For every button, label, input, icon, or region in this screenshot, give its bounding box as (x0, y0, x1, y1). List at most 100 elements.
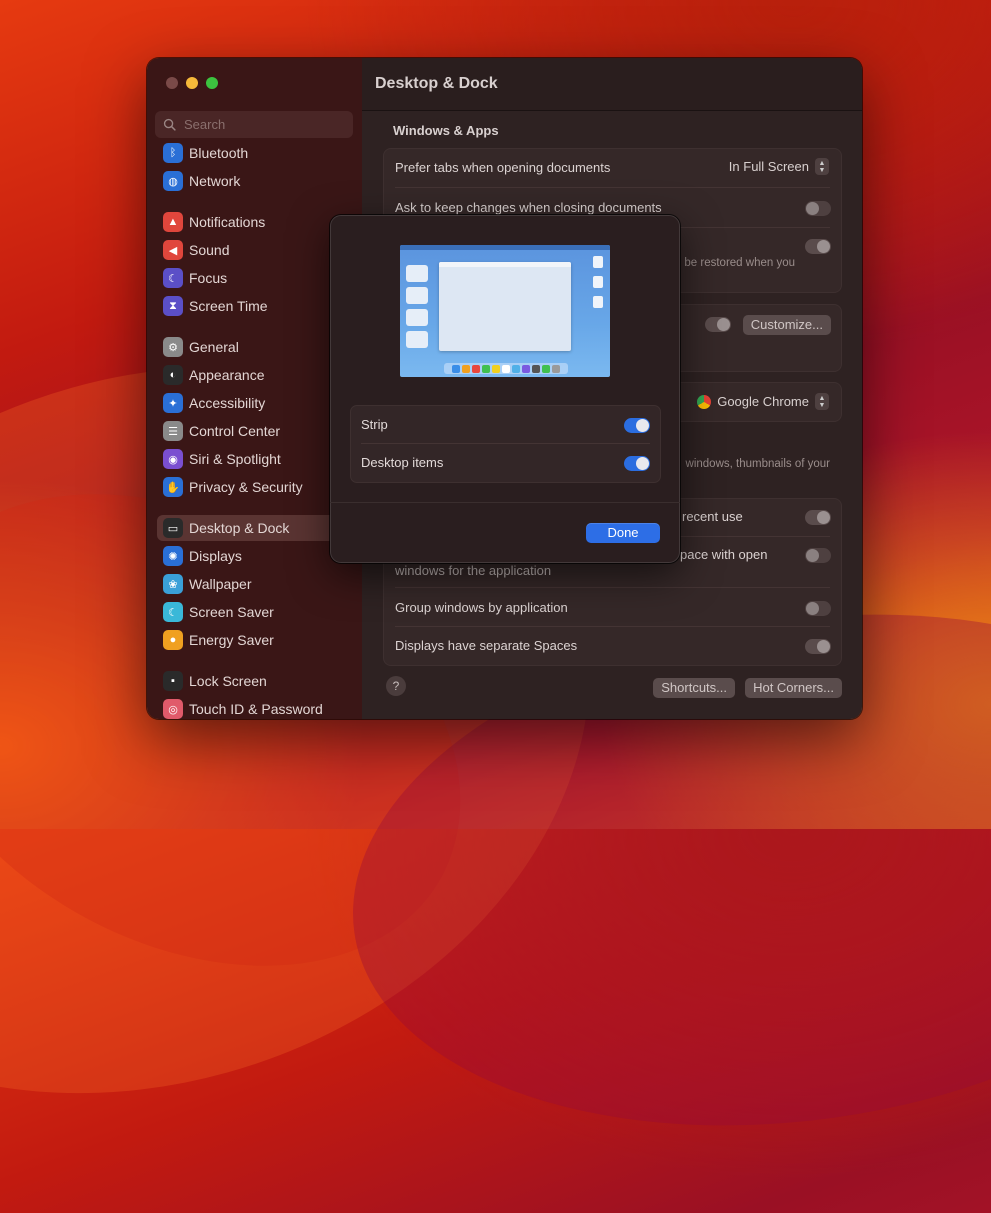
close-window-button[interactable] (166, 77, 178, 89)
strip-toggle[interactable] (624, 418, 650, 433)
lock-icon: ▪ (163, 671, 183, 691)
sidebar-item-label: Control Center (189, 423, 281, 439)
preview-desktop-item (593, 276, 603, 288)
hourglass-icon: ⧗ (163, 296, 183, 316)
sidebar-item-label: Lock Screen (189, 673, 267, 689)
sidebar-item-energy-saver[interactable]: ● Energy Saver (157, 627, 353, 653)
hot-corners-button[interactable]: Hot Corners... (745, 678, 842, 698)
preview-strip-thumbnail (406, 309, 428, 326)
rearrange-spaces-toggle[interactable] (805, 510, 831, 525)
close-windows-toggle[interactable] (805, 239, 831, 254)
prefer-tabs-value: In Full Screen (728, 159, 809, 174)
customize-button[interactable]: Customize... (742, 315, 831, 335)
sidebar-item-sound[interactable]: ◀ Sound (157, 237, 353, 263)
sidebar-item-label: Screen Time (189, 298, 268, 314)
prefer-tabs-popup[interactable]: In Full Screen ▲ ▼ (729, 158, 829, 175)
preview-strip-thumbnail (406, 265, 428, 282)
bulb-icon: ● (163, 630, 183, 650)
sidebar-item-label: General (189, 339, 239, 355)
flower-icon: ❀ (163, 574, 183, 594)
sidebar-item-label: Screen Saver (189, 604, 274, 620)
stage-manager-sheet: Strip Desktop items Done (330, 215, 680, 563)
separate-spaces-label: Displays have separate Spaces (395, 638, 578, 653)
zoom-window-button[interactable] (206, 77, 218, 89)
divider (361, 443, 650, 444)
sidebar-item-label: Network (189, 173, 241, 189)
preview-strip-thumbnail (406, 331, 428, 348)
preview-strip-thumbnail (406, 287, 428, 304)
sidebar-item-appearance[interactable]: ◐ Appearance (157, 362, 353, 388)
restored-description: be restored when you (684, 257, 795, 269)
fingerprint-icon: ◎ (163, 699, 183, 719)
group-windows-label: Group windows by application (395, 600, 568, 615)
search-field[interactable] (155, 111, 353, 138)
sidebar-item-notifications[interactable]: ▲ Notifications (157, 209, 353, 235)
switch-space-description: windows for the application (395, 563, 552, 578)
sidebar-item-label: Appearance (189, 367, 265, 383)
done-button[interactable]: Done (586, 523, 660, 543)
sidebar-item-label: Touch ID & Password (189, 701, 323, 717)
sidebar-item-label: Focus (189, 270, 228, 286)
sheet-divider (330, 502, 680, 503)
sidebar-item-label: Accessibility (189, 395, 266, 411)
default-browser-popup[interactable]: Google Chrome ▲ ▼ (697, 393, 829, 410)
preview-desktop-item (593, 256, 603, 268)
sidebar-item-focus[interactable]: ☾ Focus (157, 265, 353, 291)
bluetooth-icon: ᛒ (163, 143, 183, 163)
stage-manager-preview (400, 245, 610, 377)
divider (395, 187, 830, 188)
sidebar-item-screen-time[interactable]: ⧗ Screen Time (157, 293, 353, 319)
shortcuts-button[interactable]: Shortcuts... (653, 678, 735, 698)
separate-spaces-toggle[interactable] (805, 639, 831, 654)
sidebar-item-screen-saver[interactable]: ☾ Screen Saver (157, 599, 353, 625)
sidebar-item-label: Notifications (189, 214, 266, 230)
switch-space-toggle[interactable] (805, 548, 831, 563)
hand-icon: ✋ (163, 477, 183, 497)
sidebar-item-touch-id-password[interactable]: ◎ Touch ID & Password (157, 696, 353, 719)
screensaver-icon: ☾ (163, 602, 183, 622)
preview-desktop-item (593, 296, 603, 308)
desktop-items-label: Desktop items (361, 455, 444, 470)
sidebar-item-label: Sound (189, 242, 230, 258)
sidebar-item-siri-spotlight[interactable]: ◉ Siri & Spotlight (157, 446, 353, 472)
minimize-window-button[interactable] (186, 77, 198, 89)
divider (395, 587, 830, 588)
chrome-icon (697, 394, 712, 409)
gear-icon: ⚙ (163, 337, 183, 357)
sidebar-item-displays[interactable]: ✺ Displays (157, 543, 353, 569)
thumbnails-description: windows, thumbnails of your (685, 458, 830, 470)
sidebar-item-bluetooth[interactable]: ᛒ Bluetooth (157, 140, 353, 166)
sidebar-item-control-center[interactable]: ☰ Control Center (157, 418, 353, 444)
sidebar-item-wallpaper[interactable]: ❀ Wallpaper (157, 571, 353, 597)
sidebar-item-label: Wallpaper (189, 576, 252, 592)
sidebar-item-network[interactable]: ◍ Network (157, 168, 353, 194)
desktop-items-toggle[interactable] (624, 456, 650, 471)
sidebar-item-accessibility[interactable]: ✦ Accessibility (157, 390, 353, 416)
siri-icon: ◉ (163, 449, 183, 469)
ask-keep-changes-toggle[interactable] (805, 201, 831, 216)
chevron-updown-icon: ▲ ▼ (815, 158, 829, 175)
preview-dock (444, 363, 568, 374)
switches-icon: ☰ (163, 421, 183, 441)
prefer-tabs-label: Prefer tabs when opening documents (395, 160, 611, 175)
sidebar-item-lock-screen[interactable]: ▪ Lock Screen (157, 668, 353, 694)
sidebar-item-label: Displays (189, 548, 242, 564)
search-input[interactable] (182, 116, 346, 133)
bell-icon: ▲ (163, 212, 183, 232)
default-browser-value: Google Chrome (717, 394, 809, 409)
sidebar-item-privacy-security[interactable]: ✋ Privacy & Security (157, 474, 353, 500)
speaker-icon: ◀ (163, 240, 183, 260)
preview-menu-bar (400, 245, 610, 250)
help-button[interactable]: ? (386, 676, 406, 696)
sidebar-item-general[interactable]: ⚙ General (157, 334, 353, 360)
chevron-updown-icon: ▲ ▼ (815, 393, 829, 410)
window-controls (166, 77, 218, 89)
widgets-toggle[interactable] (705, 317, 731, 332)
sun-icon: ✺ (163, 546, 183, 566)
preview-app-window (439, 262, 571, 351)
group-windows-toggle[interactable] (805, 601, 831, 616)
sidebar-item-desktop-dock[interactable]: ▭ Desktop & Dock (157, 515, 353, 541)
accessibility-icon: ✦ (163, 393, 183, 413)
globe-icon: ◍ (163, 171, 183, 191)
page-title: Desktop & Dock (375, 75, 498, 92)
